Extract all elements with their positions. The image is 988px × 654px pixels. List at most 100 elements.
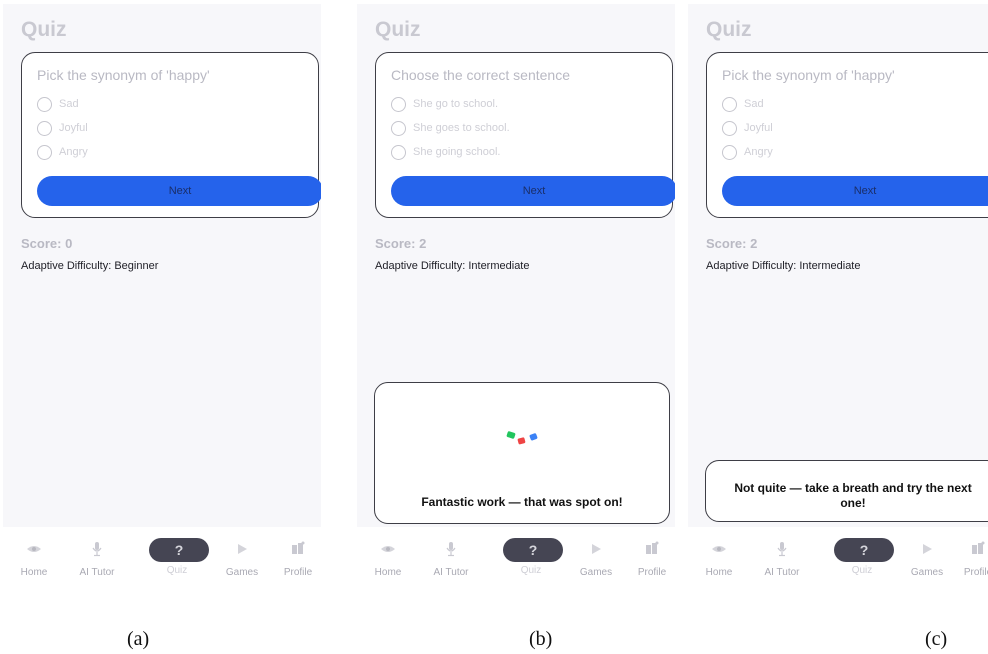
nav-label: AI Tutor (79, 567, 115, 578)
radio-button[interactable] (722, 144, 737, 160)
answer-option[interactable]: Joyful (37, 118, 88, 138)
feedback-text: Fantastic work — that was spot on! (421, 495, 623, 509)
answer-option[interactable]: She goes to school. (391, 118, 510, 138)
question-card: Pick the synonym of 'happy' Sad Joyful A… (21, 52, 321, 218)
microphone-icon (69, 541, 125, 561)
question-text: Pick the synonym of 'happy' (722, 67, 895, 83)
nav-profile[interactable]: Profile (624, 541, 675, 578)
microphone-icon (423, 541, 479, 561)
nav-games[interactable]: Games (568, 541, 624, 578)
nav-ai-tutor[interactable]: AI Tutor (69, 541, 125, 578)
answer-option[interactable]: She go to school. (391, 94, 498, 114)
radio-button[interactable] (722, 120, 737, 136)
nav-label: AI Tutor (433, 567, 469, 578)
nav-home[interactable]: Home (6, 541, 62, 578)
caption-c: (c) (925, 628, 948, 650)
question-text: Choose the correct sentence (391, 67, 570, 83)
radio-button[interactable] (391, 144, 406, 160)
play-icon (899, 541, 955, 561)
nav-label: Home (20, 567, 48, 578)
confetti-icon (506, 431, 538, 445)
nav-quiz[interactable]: ? Quiz (834, 538, 894, 576)
nav-profile[interactable]: Profile (270, 541, 321, 578)
eye-icon (360, 541, 416, 561)
bottom-nav: Home AI Tutor ? Quiz Games Profile (688, 527, 988, 592)
radio-button[interactable] (391, 120, 406, 136)
difficulty-label: Adaptive Difficulty: Intermediate (375, 260, 530, 272)
radio-button[interactable] (37, 96, 52, 112)
nav-ai-tutor[interactable]: AI Tutor (754, 541, 810, 578)
option-label: Joyful (744, 122, 773, 134)
next-button[interactable]: Next (722, 176, 988, 206)
eye-icon (691, 541, 747, 561)
quiz-screen-c: Quiz Pick the synonym of 'happy' Sad Joy… (688, 4, 988, 592)
next-button[interactable]: Next (37, 176, 321, 206)
feedback-text: Not quite — take a breath and try the ne… (734, 481, 972, 510)
bottom-nav: Home AI Tutor ? Quiz Games Profile (357, 527, 675, 592)
nav-ai-tutor[interactable]: AI Tutor (423, 541, 479, 578)
question-icon: ? (149, 538, 209, 562)
radio-button[interactable] (391, 96, 406, 112)
option-label: Angry (744, 146, 773, 158)
quiz-screen-b: Quiz Choose the correct sentence She go … (357, 4, 675, 592)
score-label: Score: 0 (21, 236, 73, 251)
answer-option[interactable]: Angry (722, 142, 773, 162)
nav-label: Profile (637, 567, 667, 578)
nav-quiz[interactable]: ? Quiz (503, 538, 563, 576)
quiz-screen-a: Quiz Pick the synonym of 'happy' Sad Joy… (3, 4, 321, 592)
answer-option[interactable]: Joyful (722, 118, 773, 138)
nav-label: Quiz (166, 565, 188, 576)
nav-quiz[interactable]: ? Quiz (149, 538, 209, 576)
bottom-nav: Home AI Tutor ? Quiz Games Profile (3, 527, 321, 592)
question-text: Pick the synonym of 'happy' (37, 67, 210, 83)
microphone-icon (754, 541, 810, 561)
option-label: Angry (59, 146, 88, 158)
nav-label: Games (579, 567, 613, 578)
nav-profile[interactable]: Profile (950, 541, 988, 578)
difficulty-label: Adaptive Difficulty: Intermediate (706, 260, 861, 272)
nav-home[interactable]: Home (691, 541, 747, 578)
answer-option[interactable]: She going school. (391, 142, 500, 162)
option-label: Joyful (59, 122, 88, 134)
answer-option[interactable]: Sad (37, 94, 79, 114)
profile-icon (624, 541, 675, 561)
nav-label: AI Tutor (764, 567, 800, 578)
nav-label: Home (374, 567, 402, 578)
nav-games[interactable]: Games (899, 541, 955, 578)
answer-option[interactable]: Sad (722, 94, 764, 114)
option-label: Sad (744, 98, 764, 110)
score-label: Score: 2 (375, 236, 427, 251)
option-label: She goes to school. (413, 122, 510, 134)
next-button[interactable]: Next (391, 176, 675, 206)
question-card: Choose the correct sentence She go to sc… (375, 52, 675, 218)
eye-icon (6, 541, 62, 561)
question-icon: ? (834, 538, 894, 562)
caption-a: (a) (127, 628, 150, 650)
option-label: Sad (59, 98, 79, 110)
nav-label: Profile (283, 567, 313, 578)
caption-b: (b) (529, 628, 553, 650)
nav-home[interactable]: Home (360, 541, 416, 578)
difficulty-label: Adaptive Difficulty: Beginner (21, 260, 159, 272)
nav-label: Games (225, 567, 259, 578)
radio-button[interactable] (37, 120, 52, 136)
question-card: Pick the synonym of 'happy' Sad Joyful A… (706, 52, 988, 218)
play-icon (214, 541, 270, 561)
page-title: Quiz (21, 18, 67, 41)
nav-label: Quiz (851, 565, 873, 576)
nav-label: Home (705, 567, 733, 578)
feedback-toast: Fantastic work — that was spot on! (374, 382, 670, 524)
page-title: Quiz (706, 18, 752, 41)
radio-button[interactable] (37, 144, 52, 160)
option-label: She go to school. (413, 98, 499, 110)
radio-button[interactable] (722, 96, 737, 112)
question-icon: ? (503, 538, 563, 562)
nav-games[interactable]: Games (214, 541, 270, 578)
nav-label: Profile (963, 567, 988, 578)
profile-icon (270, 541, 321, 561)
answer-option[interactable]: Angry (37, 142, 88, 162)
option-label: She going school. (413, 146, 501, 158)
score-label: Score: 2 (706, 236, 758, 251)
nav-label: Quiz (520, 565, 542, 576)
profile-icon (950, 541, 988, 561)
